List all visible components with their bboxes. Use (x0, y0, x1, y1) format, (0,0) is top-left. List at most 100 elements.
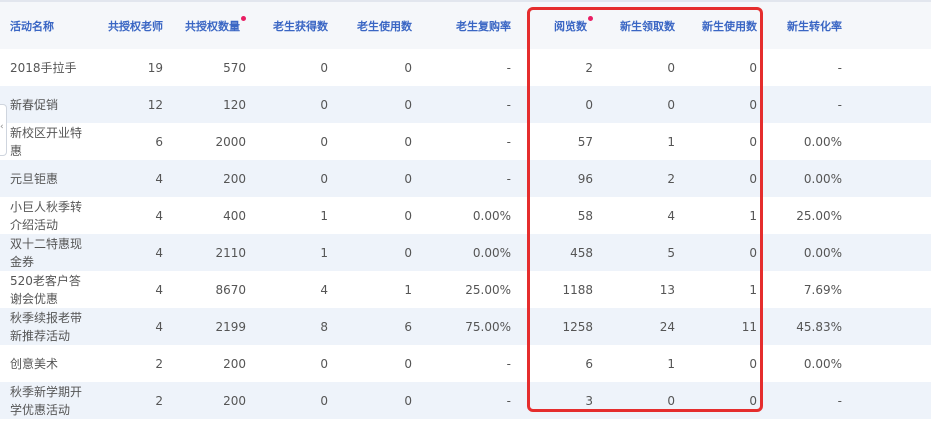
cell-old-used: 0 (340, 160, 424, 197)
cell-old-got: 0 (258, 382, 340, 419)
table-row[interactable]: 小巨人秋季转 介绍活动 4 400 1 0 0.00% 58 4 1 25.00% (0, 197, 931, 234)
activity-name-line: 新推荐活动 (10, 328, 71, 343)
cell-new-claimed: 0 (605, 49, 687, 86)
cell-old-got: 0 (258, 123, 340, 160)
column-header-spacer (854, 0, 931, 49)
cell-activity-name: 元旦钜惠 (0, 160, 96, 197)
cell-new-used: 0 (687, 345, 769, 382)
table-row[interactable]: 秋季续报老带 新推荐活动 4 2199 8 6 75.00% 1258 24 11 45.83% (0, 308, 931, 345)
cell-quota: 120 (175, 86, 258, 123)
cell-activity-name: 小巨人秋季转 介绍活动 (0, 197, 96, 234)
table-row[interactable]: 秋季新学期开 学优惠活动 2 200 0 0-3 0 0- (0, 382, 931, 419)
cell-views: 58 (523, 197, 605, 234)
cell-quota: 200 (175, 382, 258, 419)
activity-name-line: 创意美术 (10, 356, 59, 371)
activity-name-line: 新校区开业特 (10, 125, 83, 140)
table-row[interactable]: 520老客户答 谢会优惠 4 8670 4 1 25.00% 1188 13 1 7.69% (0, 271, 931, 308)
column-header-new-used[interactable]: 新生使用数 (687, 0, 769, 49)
cell-teachers: 4 (96, 197, 175, 234)
cell-new-conv: 25.00% (769, 197, 854, 234)
cell-new-used: 0 (687, 49, 769, 86)
cell-activity-name: 2018手拉手 (0, 49, 96, 86)
activity-name-line: 秋季新学期开 (10, 384, 83, 399)
cell-old-used: 0 (340, 86, 424, 123)
cell-new-used: 0 (687, 234, 769, 271)
column-header-quota[interactable]: 共授权数量 (175, 0, 258, 49)
cell-new-conv: - (769, 382, 854, 419)
activity-name-line: 金券 (10, 254, 35, 269)
cell-views: 3 (523, 382, 605, 419)
cell-quota: 570 (175, 49, 258, 86)
cell-spacer (854, 49, 931, 86)
column-header-old-rebuy[interactable]: 老生复购率 (424, 0, 523, 49)
sort-indicator-dot (241, 15, 246, 21)
cell-activity-name: 新校区开业特惠 (0, 123, 96, 160)
cell-old-got: 1 (258, 234, 340, 271)
cell-activity-name: 秋季续报老带 新推荐活动 (0, 308, 96, 345)
cell-quota: 400 (175, 197, 258, 234)
cell-teachers: 6 (96, 123, 175, 160)
cell-teachers: 2 (96, 345, 175, 382)
cell-new-used: 0 (687, 123, 769, 160)
cell-new-conv: 0.00% (769, 345, 854, 382)
cell-new-used: 0 (687, 382, 769, 419)
cell-new-used: 0 (687, 86, 769, 123)
cell-teachers: 12 (96, 86, 175, 123)
table-row[interactable]: 创意美术 2 200 0 0-6 1 0 0.00% (0, 345, 931, 382)
cell-teachers: 4 (96, 234, 175, 271)
cell-old-used: 1 (340, 271, 424, 308)
cell-quota: 200 (175, 160, 258, 197)
cell-views: 6 (523, 345, 605, 382)
cell-old-rebuy: - (424, 86, 523, 123)
column-header-teachers[interactable]: 共授权老师 (96, 0, 175, 49)
activity-name-line: 秋季续报老带 (10, 310, 83, 325)
activity-name-line: 谢会优惠 (10, 291, 59, 306)
cell-old-rebuy: - (424, 49, 523, 86)
cell-old-used: 6 (340, 308, 424, 345)
cell-new-used: 1 (687, 271, 769, 308)
cell-old-got: 0 (258, 86, 340, 123)
cell-old-rebuy: 0.00% (424, 234, 523, 271)
cell-new-claimed: 13 (605, 271, 687, 308)
cell-spacer (854, 271, 931, 308)
table-row[interactable]: 新校区开业特惠 6 2000 0 0-57 1 0 0.00% (0, 123, 931, 160)
cell-new-used: 11 (687, 308, 769, 345)
cell-old-used: 0 (340, 123, 424, 160)
cell-spacer (854, 308, 931, 345)
table-row[interactable]: 双十二特惠现 金券 4 2110 1 0 0.00% 458 5 0 0.00% (0, 234, 931, 271)
column-header-name[interactable]: 活动名称 (0, 0, 96, 49)
activity-name-line: 520老客户答 (10, 273, 81, 288)
cell-old-rebuy: - (424, 123, 523, 160)
column-header-new-conv[interactable]: 新生转化率 (769, 0, 854, 49)
table-row[interactable]: 2018手拉手 19 570 0 0-2 0 0- (0, 49, 931, 86)
cell-views: 0 (523, 86, 605, 123)
cell-activity-name: 秋季新学期开 学优惠活动 (0, 382, 96, 419)
cell-teachers: 4 (96, 160, 175, 197)
cell-views: 57 (523, 123, 605, 160)
cell-activity-name: 创意美术 (0, 345, 96, 382)
cell-new-used: 0 (687, 160, 769, 197)
cell-new-claimed: 5 (605, 234, 687, 271)
column-header-old-used[interactable]: 老生使用数 (340, 0, 424, 49)
data-table-container: 活动名称 共授权老师 共授权数量 老生获得数 老生使用数 老生复购率 阅览数 新… (0, 0, 931, 421)
cell-old-used: 0 (340, 49, 424, 86)
cell-spacer (854, 234, 931, 271)
cell-new-conv: - (769, 49, 854, 86)
column-header-views[interactable]: 阅览数 (523, 0, 605, 49)
activity-name-line: 惠 (10, 143, 23, 158)
cell-old-rebuy: 0.00% (424, 197, 523, 234)
table-row[interactable]: 新春促销 12 120 0 0-0 0 0- (0, 86, 931, 123)
cell-teachers: 19 (96, 49, 175, 86)
table-row[interactable]: 元旦钜惠 4 200 0 0-96 2 0 0.00% (0, 160, 931, 197)
activity-stats-table: 活动名称 共授权老师 共授权数量 老生获得数 老生使用数 老生复购率 阅览数 新… (0, 0, 931, 419)
cell-old-got: 1 (258, 197, 340, 234)
column-header-old-got[interactable]: 老生获得数 (258, 0, 340, 49)
cell-teachers: 4 (96, 271, 175, 308)
collapse-handle[interactable]: ‹ (0, 104, 7, 156)
column-header-new-claimed[interactable]: 新生领取数 (605, 0, 687, 49)
cell-new-claimed: 24 (605, 308, 687, 345)
cell-views: 2 (523, 49, 605, 86)
cell-new-conv: 0.00% (769, 123, 854, 160)
cell-new-claimed: 4 (605, 197, 687, 234)
cell-activity-name: 双十二特惠现 金券 (0, 234, 96, 271)
